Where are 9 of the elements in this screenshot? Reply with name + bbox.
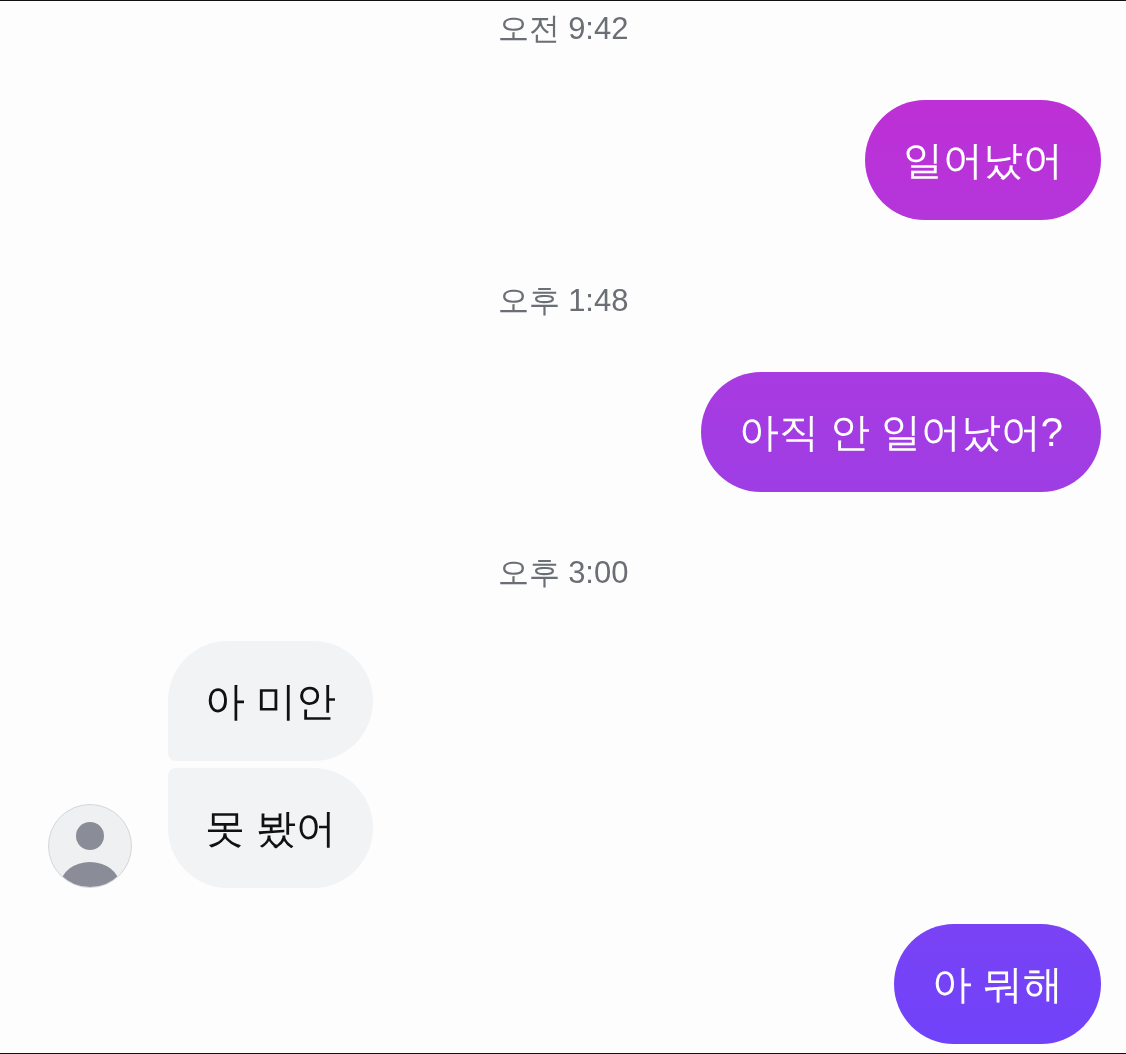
avatar-icon <box>48 804 132 888</box>
message-bubble: 일어났어 <box>865 100 1101 220</box>
message-bubble: 아직 안 일어났어? <box>700 372 1101 492</box>
timestamp: 오후 3:00 <box>497 554 629 592</box>
message-bubble: 아 뭐해 <box>893 924 1101 1044</box>
timestamp: 오후 1:48 <box>497 282 629 320</box>
timestamp: 오전 9:42 <box>497 10 629 48</box>
message-bubble: 못 봤어 <box>168 768 374 888</box>
message-bubble: 아 미안 <box>168 641 374 761</box>
